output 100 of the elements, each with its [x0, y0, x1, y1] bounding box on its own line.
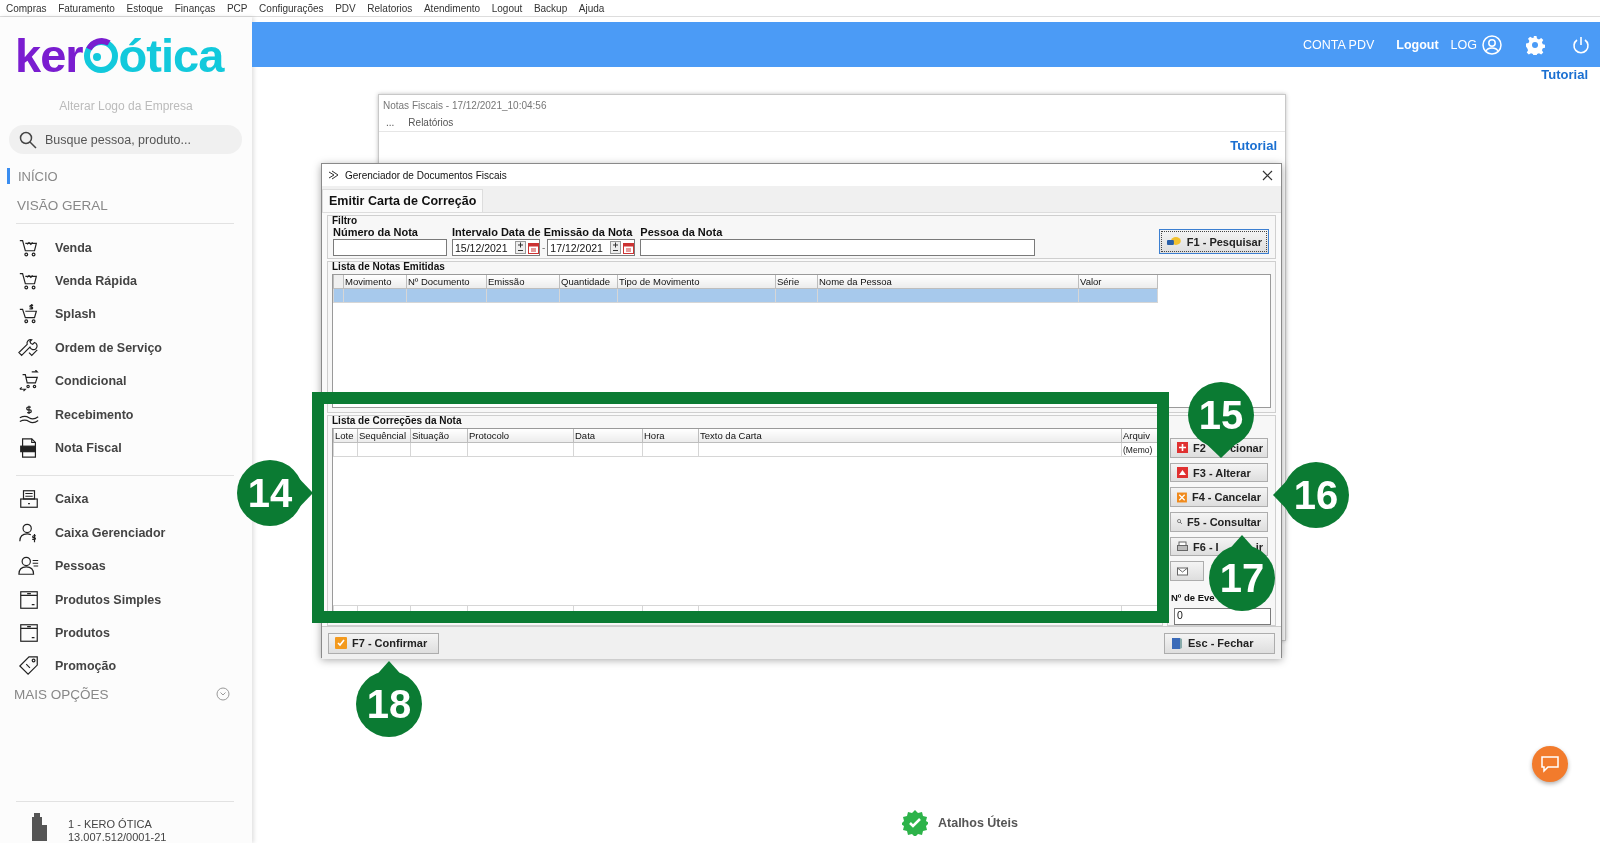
checkbox-icon: [335, 637, 347, 649]
menu-item[interactable]: Ajuda: [578, 2, 605, 14]
menu-item[interactable]: Backup: [533, 2, 568, 14]
column-header: Texto da Carta: [698, 429, 1122, 443]
sidebar-item[interactable]: Promoção: [18, 649, 117, 684]
sidebar-item[interactable]: Produtos Simples: [18, 582, 162, 617]
calendar-icon[interactable]: [528, 241, 539, 254]
search-icon: [19, 131, 37, 149]
date-field[interactable]: 15/12/2021: [452, 239, 540, 256]
table-cell: (Memo): [1123, 444, 1153, 455]
wrench-icon: [18, 336, 40, 359]
menu-item[interactable]: Configurações: [259, 2, 324, 14]
action-button[interactable]: F4 - Cancelar: [1170, 487, 1268, 508]
door-icon: [1171, 636, 1183, 650]
spin-icon[interactable]: [515, 241, 526, 254]
calendar-icon[interactable]: [623, 241, 635, 254]
group-label: Lista de Correções da Nota: [331, 416, 463, 426]
chat-button[interactable]: [1532, 746, 1568, 782]
group-label: Filtro: [331, 216, 358, 226]
tutorial-link[interactable]: Tutorial: [1230, 138, 1277, 153]
column-header: Protocolo: [467, 429, 574, 443]
sidebar-item[interactable]: Recebimento: [18, 397, 134, 432]
column-header: Movimento: [343, 275, 407, 289]
field-label: Intervalo Data de Emissão da Nota: [452, 226, 634, 239]
company-name: 1 - KERO ÓTICA: [68, 818, 153, 830]
check-badge-icon: [902, 810, 928, 836]
action-button[interactable]: [1170, 561, 1204, 582]
menu-item[interactable]: PCP: [226, 2, 248, 14]
sidebar-item[interactable]: Pessoas: [18, 549, 106, 583]
sidebar-item[interactable]: Venda Rápida: [18, 264, 137, 298]
chevron-icon[interactable]: [216, 687, 230, 702]
field-label: Nº de Eve: [1171, 592, 1215, 604]
nav-item[interactable]: INÍCIO: [7, 168, 252, 184]
column-header: Tipo de Movimento: [617, 275, 776, 289]
date-field[interactable]: 17/12/2021: [547, 239, 636, 256]
menu-item[interactable]: Estoque: [126, 2, 164, 14]
cancel-icon: [1177, 491, 1187, 503]
sidebar-item[interactable]: Caixa: [18, 482, 89, 517]
menu-item[interactable]: Relatorios: [367, 2, 413, 14]
menu-item[interactable]: Finanças: [174, 2, 216, 14]
input-field[interactable]: 0: [1174, 608, 1271, 625]
column-header: Nome da Pessoa: [817, 275, 1079, 289]
action-button[interactable]: F5 - Consultar: [1170, 512, 1268, 532]
logo-text: ker: [15, 27, 83, 83]
action-button[interactable]: F3 - Alterar: [1170, 462, 1268, 483]
window-title: Notas Fiscais - 17/12/2021_10:04:56: [382, 99, 548, 112]
column-header: Data: [573, 429, 643, 443]
close-button[interactable]: Esc - Fechar: [1164, 632, 1275, 654]
user-icon[interactable]: [1482, 34, 1502, 55]
range-separator: -: [541, 241, 547, 255]
close-icon[interactable]: [1262, 169, 1273, 181]
cash-register-icon: [18, 488, 40, 511]
sidebar-item[interactable]: Condicional: [18, 364, 127, 398]
envelope-icon: [1177, 565, 1188, 577]
box-icon: [18, 622, 40, 644]
menu-item[interactable]: Relatórios: [408, 117, 454, 131]
building-icon: [30, 813, 48, 841]
column-header: Lote: [333, 429, 358, 443]
search-field[interactable]: Busque pessoa, produto...: [9, 125, 242, 154]
input-field[interactable]: [333, 239, 447, 256]
column-header: Série: [775, 275, 818, 289]
sidebar-item[interactable]: Ordem de Serviço: [18, 331, 162, 365]
add-icon: [1177, 442, 1188, 454]
column-header: Situação: [410, 429, 468, 443]
shortcuts-link[interactable]: Atalhos Úteis: [938, 816, 1018, 830]
sidebar-item[interactable]: Caixa Gerenciador: [18, 516, 166, 550]
cart-icon: [18, 370, 40, 393]
nav-item[interactable]: VISÃO GERAL: [0, 197, 252, 213]
app-icon: [328, 170, 339, 180]
column-header: Quantidade: [559, 275, 618, 289]
sidebar-item[interactable]: Produtos: [18, 616, 110, 650]
spin-icon[interactable]: [610, 241, 622, 254]
tutorial-link[interactable]: Tutorial: [1541, 67, 1588, 82]
sidebar-item[interactable]: Nota Fiscal: [18, 431, 122, 465]
menu-item[interactable]: Atendimento: [423, 2, 481, 14]
group-label: Lista de Notas Emitidas: [331, 262, 446, 272]
menu-item[interactable]: Logout: [491, 2, 523, 14]
power-icon[interactable]: [1572, 35, 1590, 54]
person-icon: [18, 555, 40, 578]
company-tax-id: 13.007.512/0001-21: [68, 831, 167, 843]
more-options-label[interactable]: MAIS OPÇÕES: [14, 686, 109, 702]
menu-item[interactable]: Faturamento: [58, 2, 115, 14]
menu-item[interactable]: PDV: [335, 2, 356, 14]
column-header: Nº Documento: [406, 275, 487, 289]
menu-item[interactable]: Compras: [6, 2, 47, 14]
chat-icon: [1539, 755, 1561, 773]
column-header: Sequêncial: [357, 429, 411, 443]
settings-icon[interactable]: [1525, 34, 1545, 55]
sidebar-item[interactable]: Splash: [18, 297, 96, 332]
input-field[interactable]: [640, 239, 1036, 256]
menu-item[interactable]: ...: [386, 117, 395, 131]
field-label: Número da Nota: [333, 226, 419, 239]
column-header: Hora: [642, 429, 699, 443]
confirm-button[interactable]: F7 - Confirmar: [328, 632, 439, 654]
logo-text: ótica: [118, 27, 224, 83]
sidebar-item[interactable]: Venda: [18, 231, 92, 265]
tag-icon: [18, 655, 40, 678]
search-button[interactable]: F1 - Pesquisar: [1159, 229, 1269, 254]
tab[interactable]: Emitir Carta de Correção: [322, 189, 484, 212]
box-icon: [18, 588, 40, 611]
